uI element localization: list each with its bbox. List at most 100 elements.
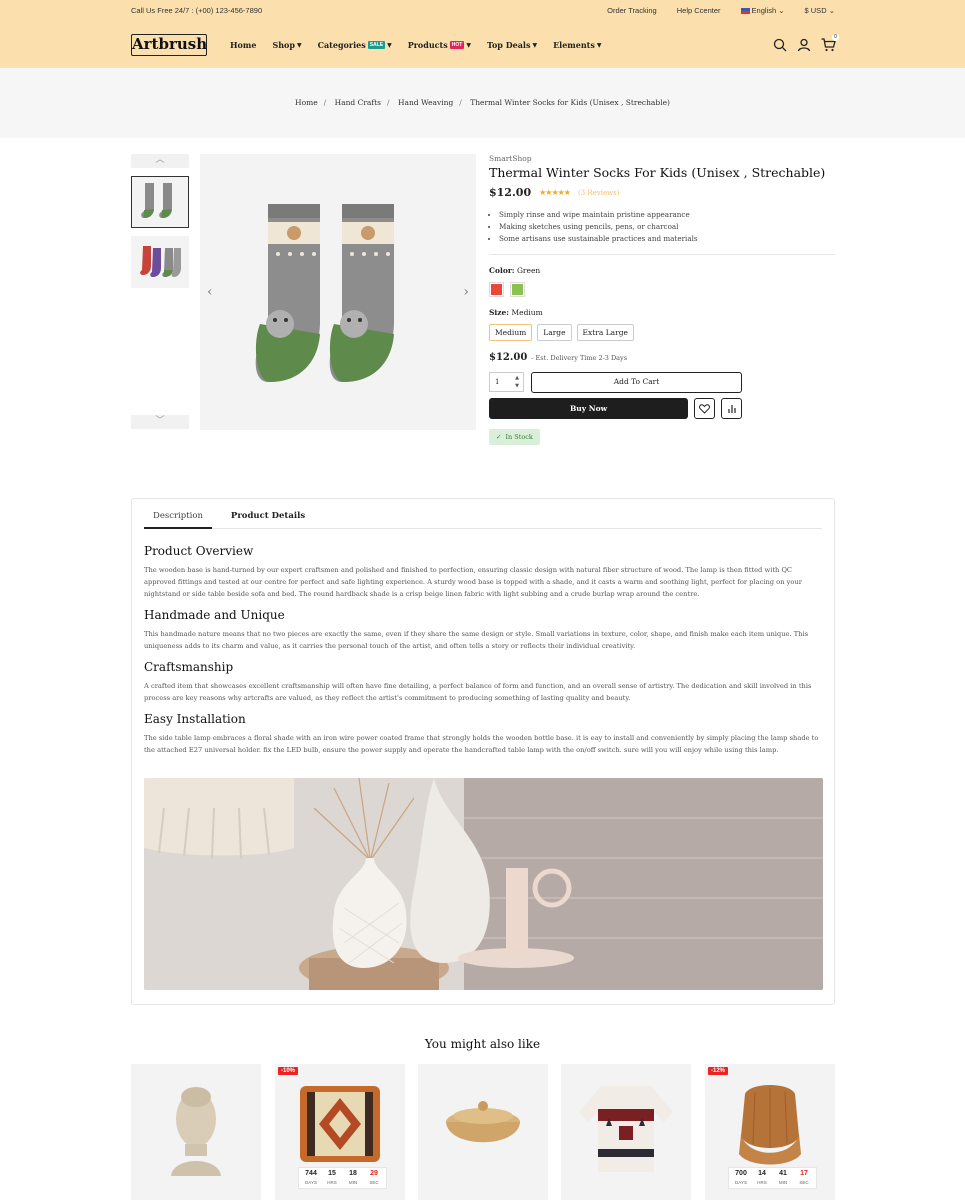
user-icon[interactable] [797, 37, 811, 52]
nav-home[interactable]: Home [230, 40, 256, 50]
breadcrumb-home[interactable]: Home [295, 98, 318, 107]
stock-label: In Stock [505, 433, 533, 441]
related-product-card[interactable] [418, 1064, 548, 1200]
product-brand[interactable]: SmartShop [489, 154, 835, 163]
reviews-link[interactable]: (3 Reviews) [578, 189, 619, 197]
timer-unit: SEC [369, 1180, 379, 1185]
tab-product-details[interactable]: Product Details [222, 511, 314, 529]
chevron-down-icon: ﹀ [155, 416, 165, 426]
timer-unit: SEC [799, 1180, 809, 1185]
thumbnail-2[interactable] [131, 236, 189, 288]
section-text: The wooden base is hand-turned by our ex… [144, 566, 802, 598]
socks-thumbnail-image [141, 183, 172, 218]
hot-badge: HOT [449, 41, 465, 49]
chevron-down-icon: ▼ [387, 41, 392, 49]
chevron-down-icon: ▼ [296, 41, 302, 49]
top-bar: Call Us Free 24/7 : (+00) 123-456-7890 O… [131, 6, 835, 18]
description-content: Product Overview The wooden base is hand… [144, 544, 822, 764]
search-icon[interactable] [773, 37, 787, 52]
nav-label: Home [230, 40, 257, 50]
thumbs-up-button[interactable]: ︿ [131, 154, 189, 168]
compare-icon [727, 404, 736, 413]
star-rating-icon: ★★★★★ [539, 188, 571, 197]
timer-unit: MIN [778, 1180, 788, 1185]
divider [489, 254, 835, 255]
timer-unit: MIN [348, 1180, 358, 1185]
buddha-bust-image [171, 1087, 221, 1176]
timer-hours: 14 [758, 1170, 766, 1177]
delivery-estimate: - Est. Delivery Time 2-3 Days [531, 353, 628, 362]
countdown-timer: 744 DAYS 15 HRS 18 MIN 29 SEC [298, 1167, 387, 1189]
discount-badge: -12% [708, 1067, 729, 1075]
breadcrumb-band: Home / Hand Crafts / Hand Weaving / Thermal… [0, 68, 965, 138]
stock-status: ✓ In Stock [489, 429, 540, 445]
compare-button[interactable] [721, 398, 742, 419]
quantity-value: 1 [495, 378, 500, 386]
size-label: Size: Medium [489, 308, 543, 317]
timer-unit: HRS [327, 1180, 337, 1185]
buy-now-button[interactable]: Buy Now [489, 398, 688, 419]
thumbs-down-button[interactable]: ﹀ [131, 415, 189, 429]
timer-minutes: 18 [349, 1170, 357, 1177]
highlight-item: Making sketches using pencils, pens, or … [499, 221, 835, 233]
size-option-large[interactable]: Large [537, 324, 572, 341]
currency-label: $ USD [804, 6, 827, 15]
related-product-card[interactable]: -10% 744 DAYS 15 HRS 18 MIN 29 SEC [275, 1064, 405, 1200]
product-highlights: Simply rinse and wipe maintain pristine … [489, 209, 835, 245]
currency-select[interactable]: $ USD ⌄ [805, 6, 835, 15]
nav-products[interactable]: Products HOT ▼ [408, 40, 471, 50]
check-icon: ✓ [496, 433, 502, 441]
section-heading: Easy Installation [144, 712, 246, 726]
related-product-card[interactable]: -12% 700 DAYS 14 HRS 41 MIN 17 SEC [705, 1064, 835, 1200]
site-logo[interactable]: Artbrush [131, 34, 207, 56]
timer-hours: 15 [328, 1170, 336, 1177]
thumbnail-1[interactable] [131, 176, 189, 228]
product-price: $12.00 [489, 186, 532, 199]
chevron-up-icon: ︿ [155, 155, 165, 165]
wishlist-button[interactable] [694, 398, 715, 419]
quantity-stepper[interactable]: 1 ▲ ▼ [489, 372, 524, 392]
related-product-card[interactable] [561, 1064, 691, 1200]
chevron-down-icon: ▼ [596, 41, 602, 49]
site-header: Call Us Free 24/7 : (+00) 123-456-7890 O… [0, 0, 965, 68]
cart-count: 0 [832, 34, 839, 41]
stepper-arrows-icon[interactable]: ▲ ▼ [515, 374, 519, 390]
socks-variant-thumbnail-image [140, 246, 181, 277]
breadcrumb-hand-crafts[interactable]: Hand Crafts [335, 98, 381, 107]
vases-lifestyle-image [144, 778, 823, 990]
chevron-down-icon: ⌄ [778, 6, 785, 15]
tab-description[interactable]: Description [144, 511, 212, 529]
size-option-medium[interactable]: Medium [489, 324, 533, 341]
nav-shop[interactable]: Shop ▼ [272, 40, 301, 50]
related-product-card[interactable] [131, 1064, 261, 1200]
section-text: The side table lamp embraces a floral sh… [144, 734, 819, 754]
related-title: You might also like [424, 1037, 541, 1051]
language-select[interactable]: English ⌄ [740, 6, 785, 15]
order-tracking-link[interactable]: Order Tracking [607, 6, 657, 15]
timer-unit: DAYS [305, 1180, 317, 1185]
add-to-cart-button[interactable]: Add To Cart [531, 372, 742, 393]
section-heading: Handmade and Unique [144, 608, 285, 622]
nav-top-deals[interactable]: Top Deals ▼ [487, 40, 537, 50]
color-swatches [489, 282, 835, 297]
breadcrumb-hand-weaving[interactable]: Hand Weaving [398, 98, 453, 107]
timer-unit: HRS [757, 1180, 767, 1185]
help-center-link[interactable]: Help Ccenter [677, 6, 721, 15]
cart-icon[interactable]: 0 [821, 34, 839, 52]
main-nav: Home Shop ▼ Categories SALE ▼ Products HOT ▼ … [230, 40, 602, 50]
highlight-item: Simply rinse and wipe maintain pristine … [499, 209, 835, 221]
section-text: This handmade nature means that no two p… [144, 630, 809, 650]
color-swatch-red[interactable] [489, 282, 504, 297]
countdown-timer: 700 DAYS 14 HRS 41 MIN 17 SEC [728, 1167, 817, 1189]
size-option-extra-large[interactable]: Extra Large [576, 324, 634, 341]
language-label: English [751, 6, 777, 15]
discount-badge: -10% [278, 1067, 299, 1075]
size-options: Medium Large Extra Large [489, 324, 835, 341]
timer-seconds: 17 [800, 1170, 808, 1177]
color-swatch-green[interactable] [510, 282, 525, 297]
nav-label: Elements [553, 40, 595, 50]
nav-categories[interactable]: Categories SALE ▼ [318, 40, 392, 50]
woven-basket-image [446, 1101, 520, 1143]
breadcrumb: Home / Hand Crafts / Hand Weaving / Thermal… [295, 98, 670, 107]
nav-elements[interactable]: Elements ▼ [553, 40, 601, 50]
